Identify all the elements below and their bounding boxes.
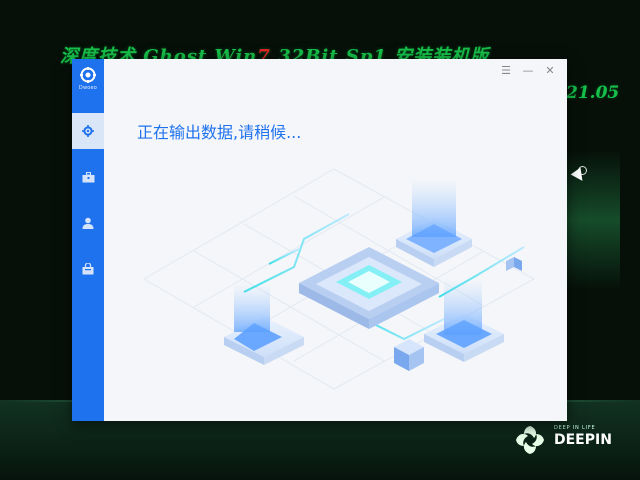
small-cube [394,339,424,371]
installer-window: Dwoeo ☰ — ✕ 正在输出数据,请稍候... [72,59,567,421]
deepin-tagline: DEEP IN LIFE [554,425,596,431]
deepin-wordmark: DEEPIN [554,432,612,448]
toolbox-icon [82,171,94,182]
banner-version: 21.05 [566,83,620,103]
bag-icon [82,263,94,275]
app-logo-label: Dwoeo [78,85,98,91]
sidebar-item-user[interactable] [72,205,104,241]
menu-button[interactable]: ☰ [495,62,517,78]
top-right-block [396,179,472,267]
sidebar-item-settings[interactable] [72,113,104,149]
app-logo: Dwoeo [72,67,104,105]
window-controls: ☰ — ✕ [495,62,561,78]
user-icon [82,217,94,229]
left-block [224,284,304,365]
central-chip [299,247,439,329]
deepin-logo-icon [516,426,544,454]
close-button[interactable]: ✕ [539,62,561,78]
sidebar-item-bag[interactable] [72,251,104,287]
sidebar: Dwoeo [72,59,104,421]
app-logo-icon [80,67,96,83]
minimize-button[interactable]: — [517,62,539,78]
deepin-brand: DEEP IN LIFE DEEPIN [512,420,622,460]
edge-cube [506,257,522,271]
gear-icon [82,125,94,137]
isometric-illustration [143,168,536,390]
background-glow [560,150,620,290]
sidebar-item-toolbox[interactable] [72,159,104,195]
